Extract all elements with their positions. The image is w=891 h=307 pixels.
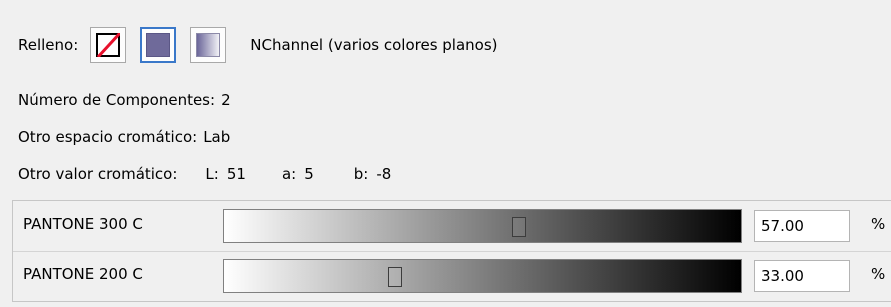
alt-colorspace-value: Lab — [203, 128, 231, 146]
b-value: -8 — [376, 165, 392, 183]
fill-type-text: NChannel (varios colores planos) — [250, 36, 498, 54]
b-label: b: — [353, 165, 369, 183]
components-row: Número de Componentes: 2 — [18, 88, 231, 112]
fill-gradient-button[interactable] — [190, 27, 227, 63]
fill-none-button[interactable] — [90, 27, 127, 63]
alt-colorvalue-row: Otro valor cromático: L: 51 a: 5 b: -8 — [18, 162, 391, 186]
alt-colorspace-row: Otro espacio cromático: Lab — [18, 125, 230, 149]
components-label: Número de Componentes: — [18, 91, 216, 109]
a-value: 5 — [304, 165, 314, 183]
slider-thumb[interactable] — [387, 267, 402, 287]
flat-fill-icon — [146, 33, 171, 57]
fill-label: Relleno: — [18, 36, 79, 54]
l-value: 51 — [226, 165, 246, 183]
l-label: L: — [205, 165, 219, 183]
alt-colorspace-label: Otro espacio cromático: — [18, 128, 198, 146]
slider-thumb[interactable] — [511, 217, 526, 237]
ink-percent-input[interactable]: 57.00 — [754, 210, 850, 242]
fill-flat-button[interactable] — [140, 27, 177, 63]
ink-row: PANTONE 300 C 57.00 % — [13, 201, 891, 252]
ink-name: PANTONE 200 C — [23, 265, 143, 283]
ink-row: PANTONE 200 C 33.00 % — [13, 251, 891, 301]
ink-slider[interactable] — [223, 209, 742, 243]
alt-colorvalue-label: Otro valor cromático: — [18, 165, 178, 183]
ink-percent-input[interactable]: 33.00 — [754, 260, 850, 292]
percent-sign: % — [871, 215, 886, 233]
ink-slider[interactable] — [223, 259, 742, 293]
gradient-fill-icon — [196, 33, 221, 57]
inks-panel: PANTONE 300 C 57.00 % PANTONE 200 C 33.0… — [12, 200, 891, 302]
a-label: a: — [281, 165, 297, 183]
components-value: 2 — [221, 91, 231, 109]
percent-sign: % — [871, 265, 886, 283]
ink-name: PANTONE 300 C — [23, 215, 143, 233]
fill-row: Relleno: NChannel (varios colores planos… — [18, 22, 498, 68]
no-fill-icon — [96, 33, 121, 57]
